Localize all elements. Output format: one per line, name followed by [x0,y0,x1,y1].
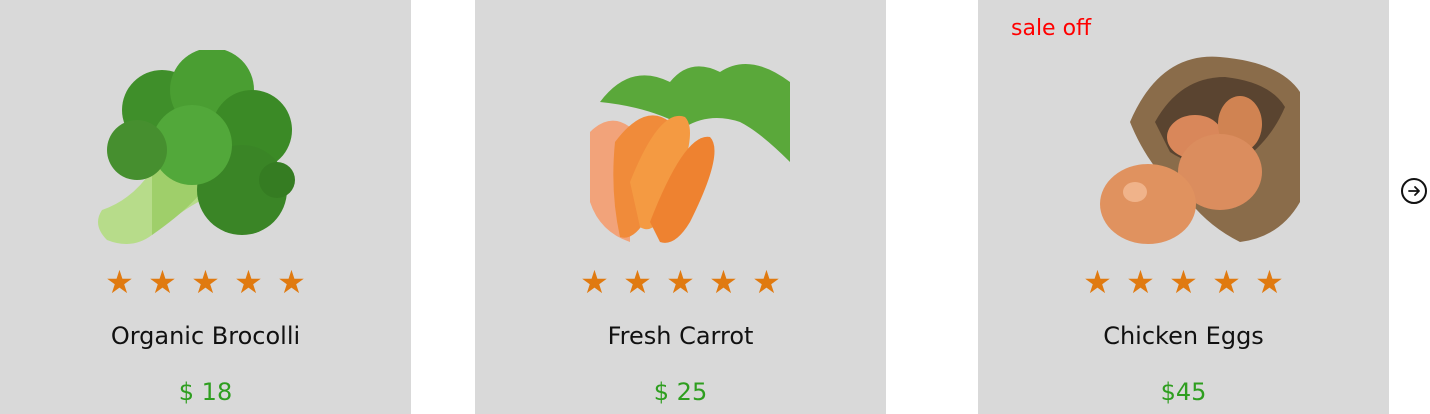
next-button[interactable] [1401,178,1427,204]
star-icon: ★ [148,263,177,301]
broccoli-image [92,50,296,252]
product-price: $ 18 [178,378,233,406]
star-icon: ★ [666,263,695,301]
product-name[interactable]: Chicken Eggs [978,322,1389,350]
star-icon: ★ [752,263,781,301]
rating-stars: ★ ★ ★ ★ ★ [978,266,1389,298]
star-icon: ★ [277,263,306,301]
star-icon: ★ [191,263,220,301]
star-icon: ★ [234,263,263,301]
star-icon: ★ [105,263,134,301]
carrot-image [590,52,792,244]
star-icon: ★ [623,263,652,301]
star-icon: ★ [1255,263,1284,301]
star-icon: ★ [709,263,738,301]
product-price: $45 [1160,378,1207,406]
product-price: $ 25 [653,378,708,406]
star-icon: ★ [1212,263,1241,301]
arrow-right-circle-icon [1408,186,1420,196]
sale-badge: sale off [1011,16,1092,41]
rating-stars: ★ ★ ★ ★ ★ [0,266,411,298]
product-card-carrot[interactable]: ★ ★ ★ ★ ★ Fresh Carrot $ 25 [475,0,886,414]
product-name[interactable]: Fresh Carrot [475,322,886,350]
star-icon: ★ [1169,263,1198,301]
rating-stars: ★ ★ ★ ★ ★ [475,266,886,298]
product-name[interactable]: Organic Brocolli [0,322,411,350]
star-icon: ★ [1083,263,1112,301]
product-card-broccoli[interactable]: ★ ★ ★ ★ ★ Organic Brocolli $ 18 [0,0,411,414]
star-icon: ★ [1126,263,1155,301]
product-card-eggs[interactable]: sale off ★ ★ ★ ★ ★ Chicken Eggs $45 [978,0,1389,414]
star-icon: ★ [580,263,609,301]
eggs-image [1100,52,1300,246]
